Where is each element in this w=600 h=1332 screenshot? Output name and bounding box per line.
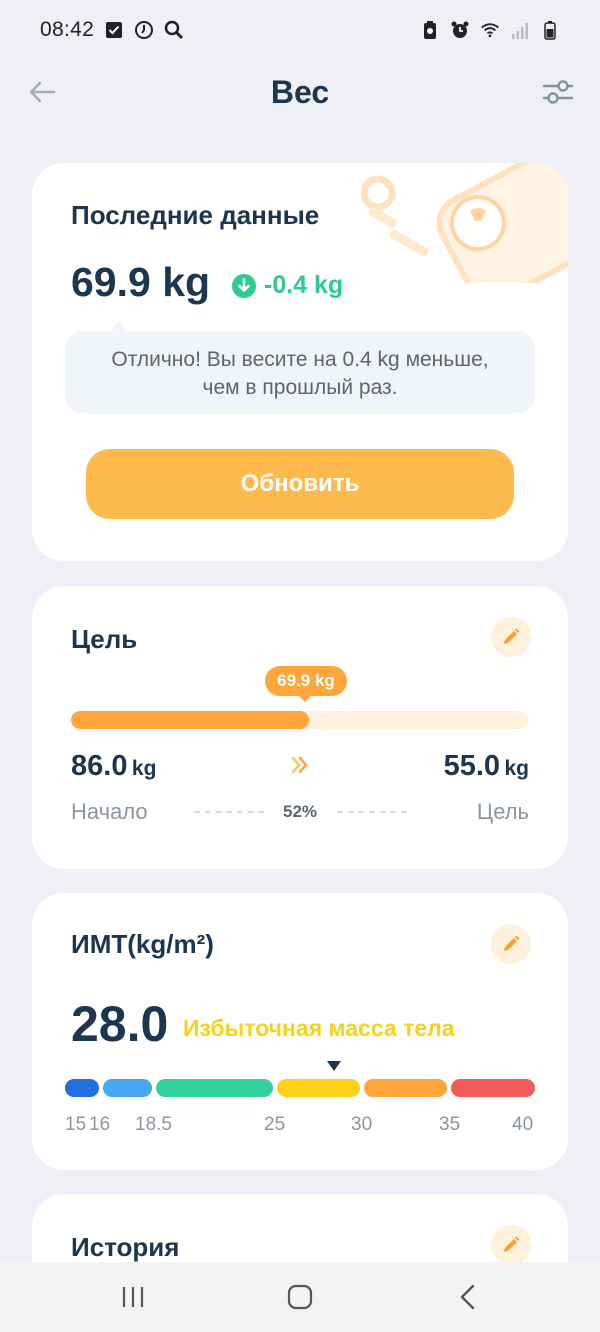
bmi-segment-severe-underweight — [65, 1079, 99, 1097]
settings-button[interactable] — [538, 72, 578, 112]
wifi-icon — [480, 20, 500, 40]
latest-weight-value: 69.9 kg — [71, 259, 211, 305]
arrow-down-circle-icon — [232, 273, 256, 298]
pencil-icon — [504, 935, 520, 951]
recent-apps-button[interactable] — [113, 1280, 153, 1314]
divider-dash — [194, 811, 264, 813]
bmi-tick: 16 — [89, 1114, 111, 1135]
status-right — [420, 20, 560, 40]
goal-start-label: Начало — [71, 799, 148, 824]
bmi-value: 28.0 — [71, 996, 169, 1052]
bmi-tick: 30 — [351, 1114, 373, 1135]
sliders-icon — [542, 80, 574, 104]
bmi-tick: 25 — [264, 1114, 286, 1135]
goal-target-unit: kg — [504, 757, 529, 780]
goal-card: Цель 69.9 kg 86.0 kg 55.0 kg Начало 52% … — [32, 586, 568, 869]
bmi-tick: 35 — [439, 1114, 461, 1135]
bmi-tick: 15 — [65, 1114, 87, 1135]
bmi-marker — [327, 1061, 341, 1071]
progress-message-line1: Отлично! Вы весите на 0.4 kg меньше, — [111, 348, 489, 371]
bmi-segment-obese1 — [364, 1079, 447, 1097]
home-button[interactable] — [280, 1280, 320, 1314]
goal-progress-percent: 52% — [282, 802, 318, 821]
battery-saver-icon — [420, 20, 440, 40]
goal-start-value: 86.0 — [71, 750, 128, 782]
goal-target-weight: 55.0 kg — [444, 750, 529, 783]
search-notification-icon — [164, 20, 184, 40]
progress-message-line2: чем в прошлый раз. — [202, 376, 398, 399]
bmi-card: ИМТ(kg/m²) 28.0 Избыточная масса тела 15… — [32, 893, 568, 1170]
system-nav-bar — [0, 1262, 600, 1332]
edit-goal-button[interactable] — [491, 617, 531, 657]
signal-icon — [510, 20, 530, 40]
edit-history-button[interactable] — [491, 1225, 531, 1265]
home-icon — [287, 1284, 313, 1310]
weight-delta: -0.4 kg — [232, 271, 343, 300]
current-weight-badge: 69.9 kg — [265, 666, 347, 696]
bmi-tick: 40 — [512, 1114, 534, 1135]
bmi-title: ИМТ(kg/m²) — [71, 929, 214, 959]
status-time: 08:42 — [40, 18, 95, 41]
bmi-segment-normal — [156, 1079, 273, 1097]
goal-start-unit: kg — [131, 757, 157, 780]
progress-message: Отлично! Вы весите на 0.4 kg меньше, чем… — [65, 331, 535, 414]
chevron-left-icon — [460, 1284, 475, 1310]
edit-bmi-button[interactable] — [491, 924, 531, 964]
goal-end-label: Цель — [476, 799, 529, 824]
weight-delta-value: -0.4 kg — [264, 271, 344, 299]
latest-data-card: Последние данные 69.9 kg -0.4 kg Отлично… — [32, 163, 568, 561]
current-weight-badge-tail — [298, 695, 312, 702]
recent-apps-icon — [122, 1287, 144, 1307]
page-title: Вес — [270, 74, 330, 110]
status-left: 08:42 — [40, 18, 184, 42]
bmi-segment-overweight — [277, 1079, 360, 1097]
checkbox-notification-icon — [104, 20, 124, 40]
bmi-segment-obese2 — [451, 1079, 535, 1097]
alarm-icon — [450, 20, 470, 40]
latest-data-title: Последние данные — [71, 200, 320, 230]
goal-title: Цель — [71, 624, 138, 654]
bmi-segment-underweight — [103, 1079, 152, 1097]
goal-target-value: 55.0 — [443, 750, 501, 782]
double-chevron-right-icon — [291, 756, 308, 774]
divider-dash — [337, 811, 407, 813]
history-title: История — [71, 1232, 180, 1262]
status-bar: 08:42 — [0, 0, 600, 60]
battery-icon — [540, 20, 560, 40]
update-button[interactable]: Обновить — [86, 449, 514, 519]
bmi-status: Избыточная масса тела — [183, 1015, 455, 1041]
timer-notification-icon — [134, 20, 154, 40]
system-back-button[interactable] — [448, 1280, 488, 1314]
goal-progress-fill — [71, 711, 310, 729]
pencil-icon — [504, 628, 520, 644]
pencil-icon — [504, 1236, 520, 1252]
goal-progress-track — [71, 711, 529, 729]
scale-illustration-icon — [360, 163, 568, 283]
bmi-tick: 18.5 — [135, 1114, 172, 1135]
app-bar: Вес — [0, 62, 600, 126]
goal-start-weight: 86.0 kg — [71, 750, 156, 783]
